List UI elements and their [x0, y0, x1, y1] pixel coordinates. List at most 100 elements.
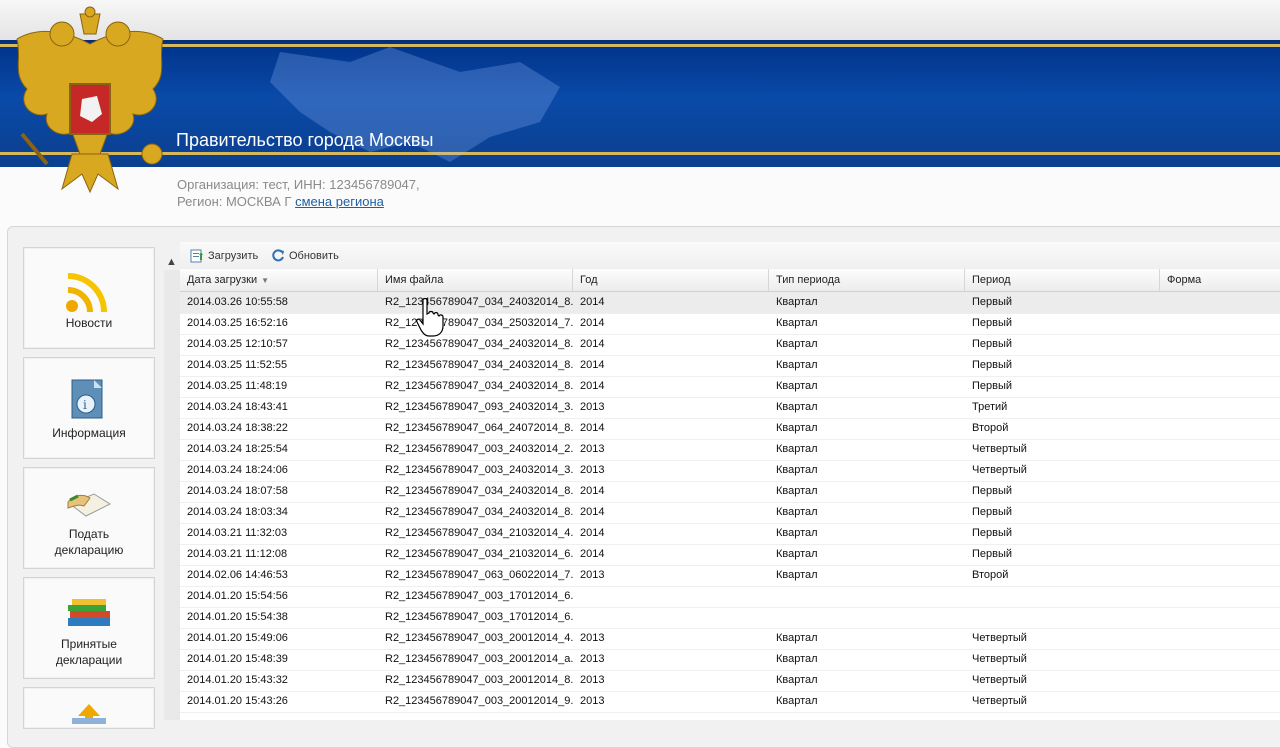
cell-period: Первый [972, 338, 1013, 350]
table-row[interactable]: 2014.03.24 18:24:06 R2_123456789047_003_2… [180, 460, 1280, 482]
banner-title: Правительство города Москвы [176, 130, 434, 150]
submit-document-icon [67, 493, 112, 517]
table-row[interactable]: 2014.03.25 11:48:19 R2_123456789047_034_2… [180, 376, 1280, 398]
nav-scrollbar[interactable] [164, 270, 180, 720]
column-header-period-type[interactable]: Тип периода [769, 269, 965, 291]
nav-accepted-declarations-button[interactable]: Принятые декларации [23, 577, 155, 679]
cell-period: Четвертый [972, 443, 1027, 455]
cell-period: Второй [972, 569, 1009, 581]
table-row[interactable]: 2014.03.21 11:32:03 R2_123456789047_034_2… [180, 523, 1280, 545]
column-header-upload-date[interactable]: Дата загрузки ▼ [180, 269, 378, 291]
cell-file-name: R2_123456789047_034_24032014_8... [385, 380, 573, 392]
nav-submit-declaration-button[interactable]: Подать декларацию [23, 467, 155, 569]
cell-form [1160, 439, 1280, 460]
cell-period: Первый [972, 380, 1013, 392]
cell-form [1160, 544, 1280, 565]
cell-file-name: R2_123456789047_093_24032014_3... [385, 401, 573, 413]
column-header-year[interactable]: Год [573, 269, 769, 291]
refresh-button[interactable]: Обновить [271, 249, 351, 263]
table-row[interactable]: 2014.03.24 18:07:58 R2_123456789047_034_2… [180, 481, 1280, 503]
table-row[interactable]: 2014.01.20 15:48:39 R2_123456789047_003_2… [180, 649, 1280, 671]
cell-form [1160, 460, 1280, 481]
cell-period: Первый [972, 506, 1013, 518]
cell-period: Четвертый [972, 632, 1027, 644]
table-row[interactable]: 2014.01.20 15:43:32 R2_123456789047_003_2… [180, 670, 1280, 692]
table-row[interactable]: 2014.01.20 15:49:06 R2_123456789047_003_2… [180, 628, 1280, 650]
table-row[interactable]: 2014.01.20 15:54:56 R2_123456789047_003_1… [180, 586, 1280, 608]
upload-button[interactable]: Загрузить [190, 249, 270, 263]
cell-upload-date: 2014.03.24 18:24:06 [187, 464, 288, 476]
cell-upload-date: 2014.01.20 15:43:26 [187, 695, 288, 707]
cell-upload-date: 2014.03.24 18:07:58 [187, 485, 288, 497]
cell-year: 2013 [580, 443, 605, 455]
cell-upload-date: 2014.03.24 18:38:22 [187, 422, 288, 434]
cell-year: 2014 [580, 548, 605, 560]
cell-form [1160, 502, 1280, 523]
cell-period-type: Квартал [776, 422, 818, 434]
change-region-link[interactable]: смена региона [295, 194, 384, 209]
cell-upload-date: 2014.01.20 15:54:56 [187, 590, 288, 602]
nav-submit-label-1: Подать [68, 527, 110, 541]
cell-period: Первый [972, 527, 1013, 539]
upload-file-icon [190, 249, 203, 263]
table-row[interactable]: 2014.03.21 11:12:08 R2_123456789047_034_2… [180, 544, 1280, 566]
organization-line: Организация: тест, ИНН: 123456789047, [177, 177, 420, 192]
cell-year: 2014 [580, 380, 605, 392]
table-row[interactable]: 2014.03.24 18:25:54 R2_123456789047_003_2… [180, 439, 1280, 461]
cell-year: 2014 [580, 506, 605, 518]
cell-upload-date: 2014.01.20 15:43:32 [187, 674, 288, 686]
cell-period [965, 586, 1160, 607]
table-row[interactable]: 2014.03.25 11:52:55 R2_123456789047_034_2… [180, 355, 1280, 377]
table-row[interactable]: 2014.03.24 18:43:41 R2_123456789047_093_2… [180, 397, 1280, 419]
cell-file-name: R2_123456789047_003_20012014_4... [385, 632, 573, 644]
table-row[interactable]: 2014.03.24 18:03:34 R2_123456789047_034_2… [180, 502, 1280, 524]
nav-accepted-label-2: декларации [55, 653, 123, 667]
cell-period-type: Квартал [776, 401, 818, 413]
cell-year: 2014 [580, 338, 605, 350]
cell-upload-date: 2014.03.25 11:48:19 [187, 380, 288, 392]
table-row[interactable]: 2014.02.06 14:46:53 R2_123456789047_063_0… [180, 565, 1280, 587]
cell-year: 2014 [580, 359, 605, 371]
cell-file-name: R2_123456789047_003_24032014_3... [385, 464, 573, 476]
refresh-label: Обновить [289, 250, 339, 262]
cell-form [1160, 376, 1280, 397]
nav-news-button[interactable]: Новости [23, 247, 155, 349]
cell-year: 2014 [580, 422, 605, 434]
cell-upload-date: 2014.03.21 11:32:03 [187, 527, 288, 539]
cell-file-name: R2_123456789047_034_24032014_8... [385, 359, 573, 371]
table-row[interactable]: 2014.03.25 12:10:57 R2_123456789047_034_2… [180, 334, 1280, 356]
table-row[interactable]: 2014.01.20 15:54:38 R2_123456789047_003_1… [180, 607, 1280, 629]
grid-header: Дата загрузки ▼ Имя файла Год Тип периода… [180, 269, 1280, 292]
table-row[interactable]: 2014.03.25 16:52:16 R2_123456789047_034_2… [180, 313, 1280, 335]
info-document-icon: i [71, 379, 103, 419]
cell-file-name: R2_123456789047_034_24032014_8... [385, 338, 573, 350]
scroll-up-arrow-icon[interactable]: ▲ [166, 256, 178, 270]
column-header-file-name[interactable]: Имя файла [378, 269, 573, 291]
cell-period [965, 607, 1160, 628]
cell-year: 2013 [580, 653, 605, 665]
cell-year: 2014 [580, 485, 605, 497]
table-row[interactable]: 2014.03.26 10:55:58 R2_123456789047_034_2… [180, 292, 1280, 314]
cell-period-type: Квартал [776, 338, 818, 350]
table-row[interactable]: 2014.03.24 18:38:22 R2_123456789047_064_2… [180, 418, 1280, 440]
cell-file-name: R2_123456789047_003_20012014_a... [385, 653, 573, 665]
column-header-period[interactable]: Период [965, 269, 1160, 291]
cell-period-type: Квартал [776, 443, 818, 455]
cell-period-type: Квартал [776, 653, 818, 665]
cell-upload-date: 2014.03.25 11:52:55 [187, 359, 288, 371]
table-row[interactable]: 2014.01.20 15:43:26 R2_123456789047_003_2… [180, 691, 1280, 713]
banner-gold-line-top [0, 44, 1280, 47]
cell-upload-date: 2014.02.06 14:46:53 [187, 569, 288, 581]
header-banner: Правительство города Москвы [0, 40, 1280, 167]
column-header-form[interactable]: Форма [1160, 269, 1280, 291]
cell-year: 2014 [580, 527, 605, 539]
cell-form [1160, 607, 1280, 628]
cell-file-name: R2_123456789047_003_17012014_6... [385, 590, 573, 602]
cell-upload-date: 2014.03.24 18:25:54 [187, 443, 288, 455]
cell-period-type: Квартал [776, 359, 818, 371]
nav-upload-button[interactable] [23, 687, 155, 729]
cell-form [1160, 481, 1280, 502]
cell-upload-date: 2014.03.24 18:03:34 [187, 506, 288, 518]
nav-info-button[interactable]: i Информация [23, 357, 155, 459]
cell-file-name: R2_123456789047_034_24032014_8... [385, 506, 573, 518]
